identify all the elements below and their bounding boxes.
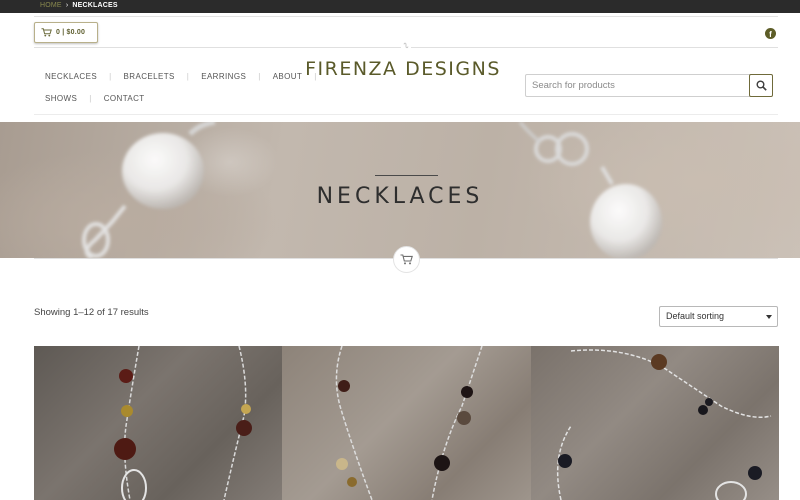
site-logo-title[interactable]: FIRENZA DESIGNS (296, 58, 510, 80)
facebook-icon[interactable]: f (765, 28, 776, 39)
breadcrumb: HOME › NECKLACES (40, 1, 118, 11)
breadcrumb-current: NECKLACES (72, 2, 118, 9)
nav-item-shows[interactable]: SHOWS (45, 94, 77, 103)
main-nav-row-1: NECKLACES | BRACELETS | EARRINGS | ABOUT… (45, 72, 317, 81)
hero-banner: NECKLACES (0, 122, 800, 258)
breadcrumb-home-link[interactable]: HOME (40, 1, 62, 11)
header-divider-bottom (34, 114, 778, 115)
nav-item-contact[interactable]: CONTACT (104, 94, 145, 103)
product-card[interactable] (531, 346, 779, 500)
cart-icon (41, 28, 52, 37)
nav-item-necklaces[interactable]: NECKLACES (45, 72, 97, 81)
divider-ornament-icon: ᔐ (401, 43, 411, 51)
nav-item-bracelets[interactable]: BRACELETS (124, 72, 175, 81)
sort-select[interactable]: Default sorting (659, 306, 778, 327)
product-search (525, 74, 773, 97)
product-card[interactable] (34, 346, 282, 500)
cart-summary: 0 | $0.00 (56, 29, 86, 36)
product-image (556, 349, 772, 500)
cart-button[interactable]: 0 | $0.00 (34, 22, 98, 43)
sort-selected-value: Default sorting (666, 311, 725, 321)
cart-icon (400, 254, 413, 265)
product-image (335, 346, 483, 500)
results-count: Showing 1–12 of 17 results (34, 307, 149, 318)
page-title: NECKLACES (316, 184, 484, 209)
main-nav-row-2: SHOWS | CONTACT (45, 94, 145, 103)
chevron-down-icon (766, 315, 772, 319)
search-input[interactable] (526, 75, 748, 96)
breadcrumb-separator: › (65, 2, 69, 9)
product-image (114, 346, 252, 500)
hero-title-rule (375, 175, 438, 176)
top-bar: HOME › NECKLACES (0, 0, 800, 13)
nav-item-earrings[interactable]: EARRINGS (201, 72, 246, 81)
product-grid (34, 346, 779, 500)
product-card[interactable] (282, 346, 531, 500)
shop-badge (393, 246, 420, 273)
search-button[interactable] (749, 74, 773, 97)
header-divider-top (34, 16, 778, 17)
search-icon (756, 80, 767, 91)
